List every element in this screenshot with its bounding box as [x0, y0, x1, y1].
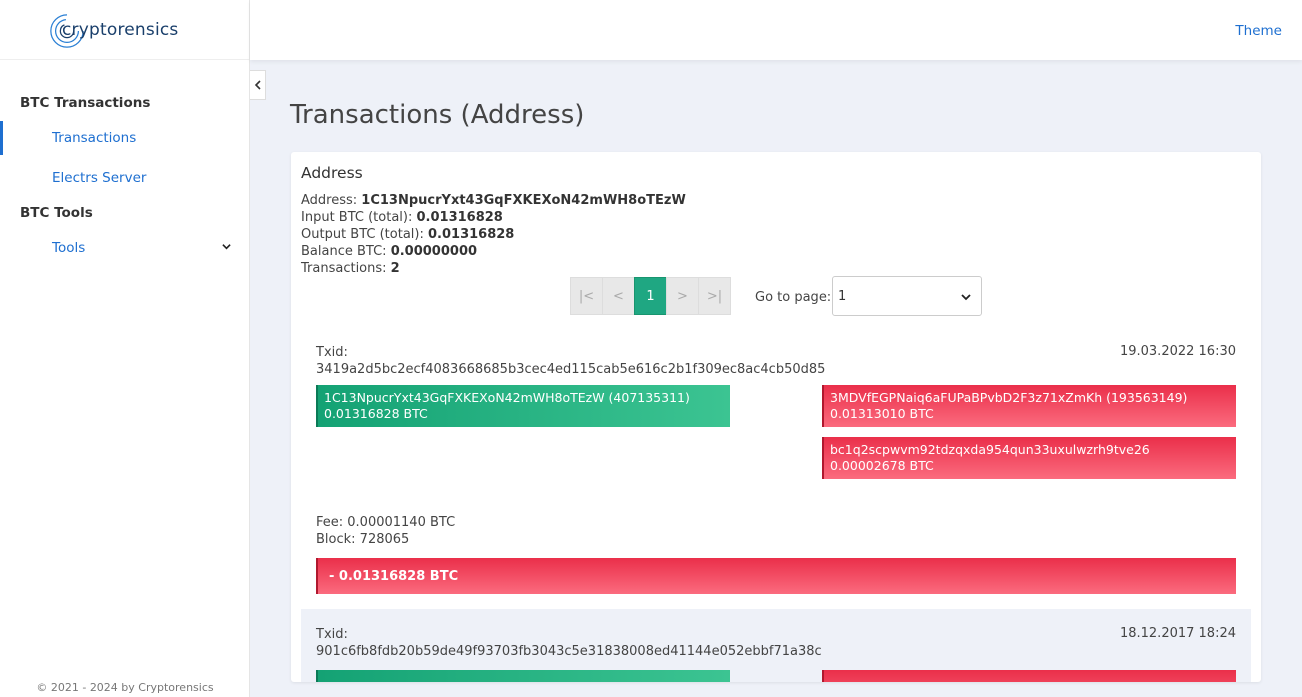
tx-fee: Fee: 0.00001140 BTC [316, 515, 456, 530]
chevron-down-icon [961, 294, 971, 301]
balance-change-bar: - 0.01316828 BTC [316, 558, 1236, 594]
transaction-item: Txid: 901c6fb8fdb20b59de49f93703fb3043c5… [301, 609, 1251, 682]
input-total-value: 0.01316828 [416, 210, 503, 225]
sidebar-item-label: Transactions [52, 130, 137, 146]
sidebar-collapse-button[interactable] [250, 70, 266, 100]
tx-date: 19.03.2022 16:30 [1119, 344, 1236, 359]
sidebar-item-tools[interactable]: Tools [0, 228, 249, 268]
output-total-value: 0.01316828 [428, 227, 515, 242]
chevron-left-icon [254, 80, 261, 90]
goto-page-label: Go to page: [755, 290, 832, 305]
sidebar: cryptorensics BTC Transactions Transacti… [0, 0, 250, 697]
sidebar-item-electrs-server[interactable]: Electrs Server [0, 158, 249, 198]
tx-output[interactable] [822, 670, 1236, 682]
goto-page-select[interactable]: 1 [832, 276, 982, 316]
txid-value[interactable]: 3419a2d5bc2ecf4083668685b3cec4ed115cab5e… [316, 361, 825, 378]
output-total-row: Output BTC (total): 0.01316828 [301, 227, 515, 242]
nav-group-btc-tools: BTC Tools [20, 205, 93, 221]
tx-output[interactable]: 3MDVfEGPNaiq6aFUPaBPvbD2F3z71xZmKh (1935… [822, 385, 1236, 427]
pagination: |< < 1 > >| [570, 277, 731, 315]
address-row: Address: 1C13NpucrYxt43GqFXKEXoN42mWH8oT… [301, 193, 686, 208]
tx-date: 18.12.2017 18:24 [1119, 626, 1236, 641]
nav-group-btc-transactions: BTC Transactions [20, 95, 151, 111]
balance-row: Balance BTC: 0.00000000 [301, 244, 478, 259]
footer-copyright: © 2021 - 2024 by Cryptorensics [36, 681, 214, 694]
chevron-down-icon [222, 244, 231, 250]
goto-page-value: 1 [838, 288, 847, 304]
txid: Txid: 901c6fb8fdb20b59de49f93703fb3043c5… [316, 627, 822, 660]
page-current-button[interactable]: 1 [634, 277, 667, 315]
tx-input[interactable] [316, 670, 730, 682]
tx-fee-block: Fee: 0.00001140 BTC Block: 728065 [316, 514, 455, 548]
logo[interactable]: cryptorensics [0, 0, 249, 60]
sidebar-item-transactions[interactable]: Transactions [0, 118, 249, 158]
address-info: Address: 1C13NpucrYxt43GqFXKEXoN42mWH8oT… [301, 192, 686, 277]
output-address: 3MDVfEGPNaiq6aFUPaBPvbD2F3z71xZmKh (1935… [830, 390, 1188, 405]
tx-block: Block: 728065 [316, 532, 410, 547]
input-total-row: Input BTC (total): 0.01316828 [301, 210, 503, 225]
sidebar-item-label: Electrs Server [52, 170, 147, 186]
page-first-button[interactable]: |< [570, 277, 603, 315]
sidebar-item-label: Tools [52, 240, 86, 256]
txid: Txid: 3419a2d5bc2ecf4083668685b3cec4ed11… [316, 345, 826, 378]
page-last-button[interactable]: >| [698, 277, 731, 315]
card-title: Address [301, 164, 363, 182]
sidebar-nav: BTC Transactions Transactions Electrs Se… [0, 60, 249, 268]
tx-input[interactable]: 1C13NpucrYxt43GqFXKEXoN42mWH8oTEzW (4071… [316, 385, 730, 427]
theme-link[interactable]: Theme [1235, 23, 1282, 39]
top-header: Theme [250, 0, 1302, 60]
page-prev-button[interactable]: < [602, 277, 635, 315]
output-amount: 0.01313010 BTC [830, 406, 934, 421]
txid-value[interactable]: 901c6fb8fdb20b59de49f93703fb3043c5e31838… [316, 643, 822, 660]
output-address: bc1q2scpwvm92tdzqxda954qun33uxulwzrh9tve… [830, 442, 1150, 457]
output-amount: 0.00002678 BTC [830, 458, 934, 473]
address-value: 1C13NpucrYxt43GqFXKEXoN42mWH8oTEzW [361, 193, 686, 208]
tx-count-value: 2 [390, 261, 400, 276]
tx-output[interactable]: bc1q2scpwvm92tdzqxda954qun33uxulwzrh9tve… [822, 437, 1236, 479]
transaction-item: Txid: 3419a2d5bc2ecf4083668685b3cec4ed11… [301, 334, 1251, 608]
input-address: 1C13NpucrYxt43GqFXKEXoN42mWH8oTEzW (4071… [324, 390, 690, 405]
address-card: Address Address: 1C13NpucrYxt43GqFXKEXoN… [291, 152, 1261, 682]
page-title: Transactions (Address) [290, 100, 585, 130]
tx-count-row: Transactions: 2 [301, 261, 400, 276]
balance-value: 0.00000000 [390, 244, 478, 259]
logo-text: cryptorensics [62, 19, 179, 40]
input-amount: 0.01316828 BTC [324, 406, 428, 421]
page-next-button[interactable]: > [666, 277, 699, 315]
